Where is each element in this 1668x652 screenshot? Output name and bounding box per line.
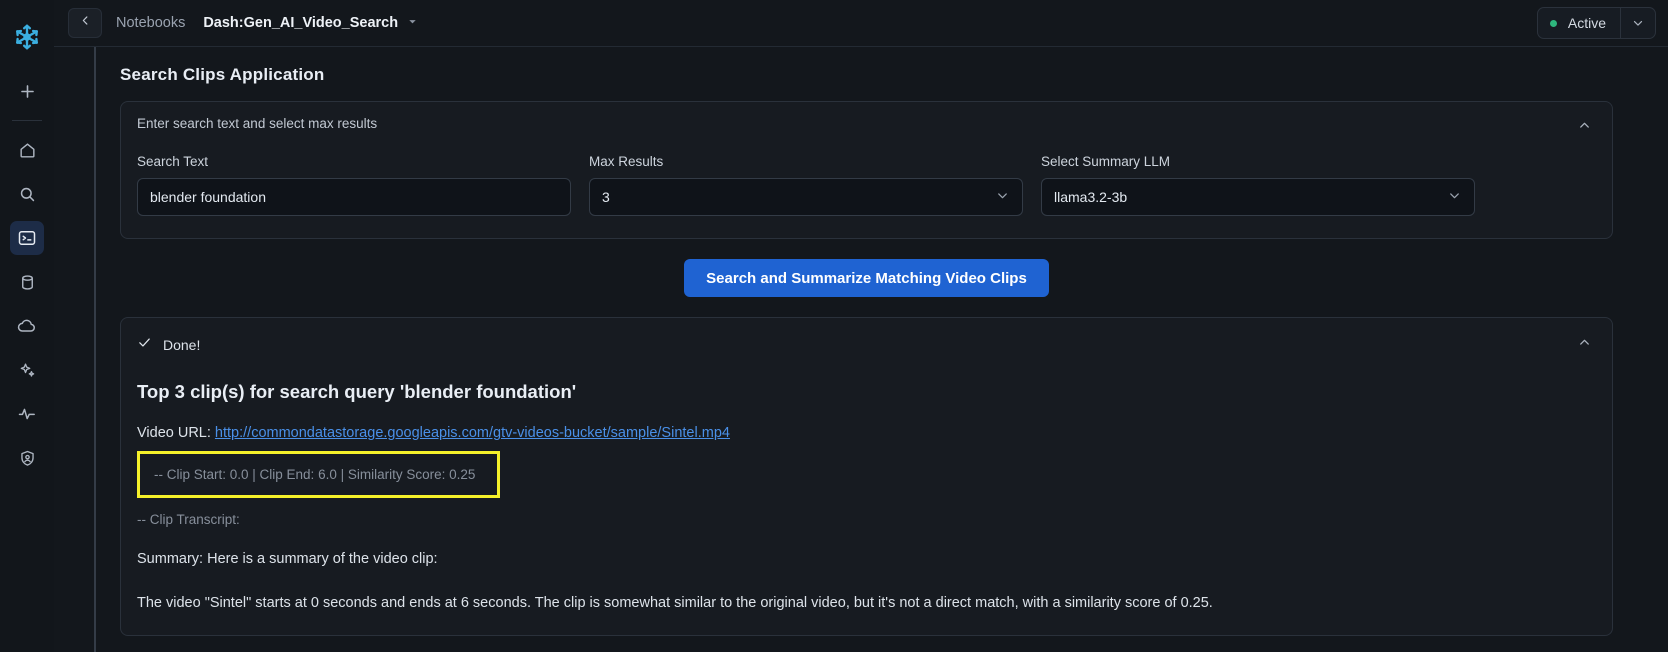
breadcrumb-current: Dash:Gen_AI_Video_Search — [203, 15, 399, 31]
clip-metadata-highlight: -- Clip Start: 0.0 | Clip End: 6.0 | Sim… — [137, 451, 501, 498]
sidebar-item-projects[interactable] — [10, 221, 44, 255]
sidebar-item-admin[interactable] — [10, 441, 44, 475]
summary-text: The video "Sintel" starts at 0 seconds a… — [137, 595, 1213, 611]
left-sidebar — [0, 0, 54, 652]
results-heading: Top 3 clip(s) for search query 'blender … — [137, 381, 577, 402]
max-results-value: 3 — [602, 189, 610, 205]
summary-llm-value: llama3.2-3b — [1054, 189, 1128, 205]
search-summarize-button[interactable]: Search and Summarize Matching Video Clip… — [684, 259, 1049, 297]
summary-llm-chevron-down-icon — [1447, 188, 1462, 206]
search-text-label: Search Text — [137, 154, 209, 169]
summary-label: Summary: Here is a summary of the video … — [137, 551, 438, 567]
results-panel: Done! Top 3 clip(s) for search query 'bl… — [120, 317, 1613, 636]
sidebar-item-create-new[interactable] — [10, 74, 44, 108]
page-title: Search Clips Application — [120, 65, 325, 84]
check-icon — [137, 335, 152, 355]
breadcrumb-notebooks[interactable]: Notebooks — [116, 15, 185, 31]
max-results-field-group: Max Results 3 — [589, 154, 1023, 216]
status-badge[interactable]: Active — [1536, 7, 1656, 39]
sidebar-item-ai-ml[interactable] — [10, 353, 44, 387]
breadcrumb-caret-down-icon[interactable] — [407, 16, 418, 30]
results-panel-header: Done! — [121, 318, 1612, 357]
search-text-field-group: Search Text — [137, 154, 571, 216]
video-url-link[interactable]: http://commondatastorage.googleapis.com/… — [215, 425, 730, 441]
top-bar: Notebooks Dash:Gen_AI_Video_Search Activ… — [54, 0, 1668, 47]
sidebar-item-home[interactable] — [10, 133, 44, 167]
results-status: Done! — [137, 335, 200, 355]
status-main[interactable]: Active — [1538, 8, 1620, 38]
chevron-left-icon — [79, 14, 92, 32]
search-input[interactable] — [137, 178, 571, 216]
back-button[interactable] — [68, 8, 102, 38]
summary-llm-label: Select Summary LLM — [1041, 154, 1171, 169]
summary-llm-select[interactable]: llama3.2-3b — [1041, 178, 1475, 216]
max-results-chevron-down-icon — [995, 188, 1010, 206]
action-button-row: Search and Summarize Matching Video Clip… — [120, 259, 1613, 297]
status-dot-icon — [1549, 19, 1557, 27]
sidebar-item-search[interactable] — [10, 177, 44, 211]
video-url-row: Video URL: http://commondatastorage.goog… — [137, 425, 1596, 441]
results-status-label: Done! — [163, 337, 201, 353]
clip-metadata-text: -- Clip Start: 0.0 | Clip End: 6.0 | Sim… — [154, 467, 476, 482]
max-results-select[interactable]: 3 — [589, 178, 1023, 216]
sidebar-item-monitoring[interactable] — [10, 397, 44, 431]
main-area: Notebooks Dash:Gen_AI_Video_Search Activ… — [54, 0, 1668, 652]
video-url-prefix: Video URL: — [137, 425, 215, 441]
form-panel-caption: Enter search text and select max results — [137, 116, 378, 131]
snowflake-logo-icon — [7, 14, 47, 60]
sidebar-item-marketplace[interactable] — [10, 309, 44, 343]
form-panel-header: Enter search text and select max results — [121, 102, 1612, 140]
results-panel-chevron-up-icon[interactable] — [1573, 333, 1596, 357]
summary-llm-field-group: Select Summary LLM llama3.2-3b — [1041, 154, 1475, 216]
cell-content: Search Clips Application Enter search te… — [96, 47, 1668, 636]
sidebar-item-data[interactable] — [10, 265, 44, 299]
form-fields: Search Text Max Results 3 — [121, 140, 1612, 238]
clip-transcript-label: -- Clip Transcript: — [137, 512, 240, 527]
notebook-scroll-area[interactable]: Search Clips Application Enter search te… — [54, 47, 1668, 652]
sidebar-divider — [12, 120, 42, 121]
max-results-label: Max Results — [589, 154, 664, 169]
form-panel-chevron-up-icon[interactable] — [1573, 116, 1596, 140]
results-body: Top 3 clip(s) for search query 'blender … — [121, 357, 1612, 635]
notebook-gutter — [54, 47, 94, 652]
notebook-cell: Search Clips Application Enter search te… — [94, 47, 1668, 652]
search-form-panel: Enter search text and select max results… — [120, 101, 1613, 239]
app-root: Notebooks Dash:Gen_AI_Video_Search Activ… — [0, 0, 1668, 652]
status-label: Active — [1567, 15, 1606, 31]
status-chevron-down-icon[interactable] — [1621, 8, 1655, 38]
